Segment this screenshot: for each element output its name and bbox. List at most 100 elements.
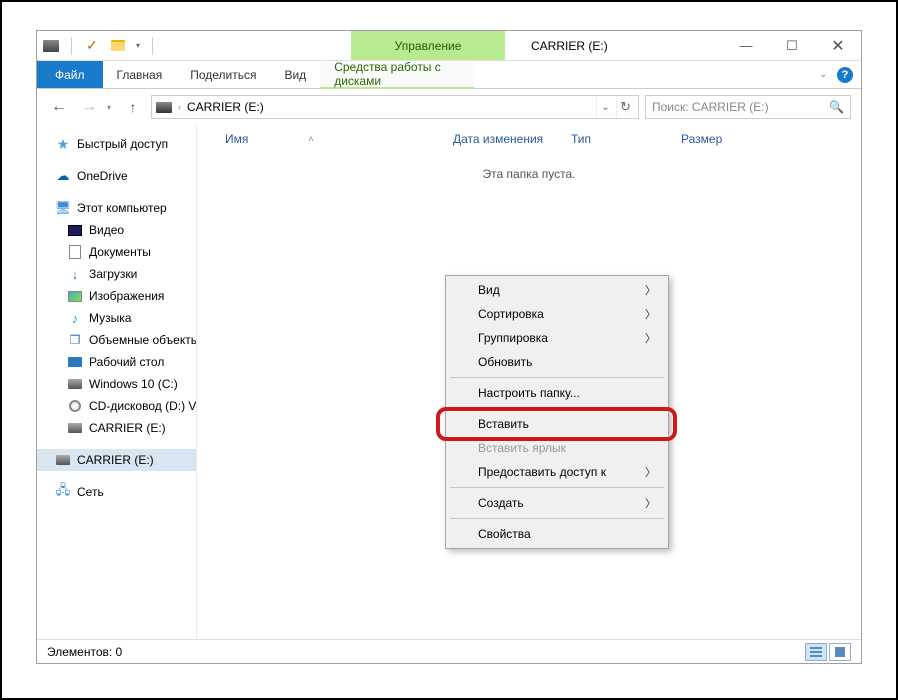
ctx-separator	[450, 408, 664, 409]
new-folder-qat-icon[interactable]	[110, 38, 126, 54]
ctx-properties[interactable]: Свойства	[448, 522, 666, 546]
ctx-label: Создать	[478, 496, 524, 510]
large-icons-view-button[interactable]	[829, 643, 851, 661]
submenu-arrow-icon: 〉	[645, 330, 656, 346]
navigation-pane: ★Быстрый доступ ☁ OneDrive 🖥 Этот компьюте…	[37, 125, 197, 639]
maximize-button[interactable]: ☐	[769, 31, 815, 60]
address-dropdown-icon[interactable]: ⌄	[596, 96, 614, 118]
sidebar-item-drive-c[interactable]: Windows 10 (C:)	[37, 373, 196, 395]
sidebar-onedrive[interactable]: ☁ OneDrive	[37, 165, 196, 187]
sidebar-item-carrier-e[interactable]: CARRIER (E:)	[37, 417, 196, 439]
forward-button[interactable]: →	[77, 95, 101, 119]
ctx-label: Сортировка	[478, 307, 544, 321]
ctx-refresh[interactable]: Обновить	[448, 350, 666, 374]
sidebar-this-pc[interactable]: 🖥 Этот компьютер	[37, 197, 196, 219]
ctx-label: Свойства	[478, 527, 531, 541]
ctx-label: Группировка	[478, 331, 548, 345]
chevron-right-icon[interactable]: ›	[178, 102, 181, 112]
drive-icon	[67, 376, 83, 392]
content-pane[interactable]: Имя˄ Дата изменения Тип Размер Эта папка…	[197, 125, 861, 639]
sidebar-quick-access[interactable]: ★Быстрый доступ	[37, 133, 196, 155]
ctx-label: Настроить папку...	[478, 386, 580, 400]
sidebar-item-label: Музыка	[89, 311, 131, 325]
minimize-button[interactable]: —	[723, 31, 769, 60]
ctx-group[interactable]: Группировка 〉	[448, 326, 666, 350]
refresh-icon[interactable]: ↻	[616, 96, 634, 118]
ctx-label: Предоставить доступ к	[478, 465, 606, 479]
sidebar-item-label: OneDrive	[77, 169, 128, 183]
document-icon	[67, 244, 83, 260]
sidebar-item-documents[interactable]: Документы	[37, 241, 196, 263]
help-icon[interactable]: ?	[837, 67, 853, 83]
sidebar-item-3d-objects[interactable]: ❒ Объемные объекты	[37, 329, 196, 351]
address-bar[interactable]: › CARRIER (E:) ⌄ ↻	[151, 95, 639, 119]
sidebar-item-pictures[interactable]: Изображения	[37, 285, 196, 307]
sidebar-item-label: Объемные объекты	[89, 333, 197, 347]
ribbon-tabs: Файл Главная Поделиться Вид Средства раб…	[37, 61, 861, 89]
ctx-customize-folder[interactable]: Настроить папку...	[448, 381, 666, 405]
sidebar-item-videos[interactable]: Видео	[37, 219, 196, 241]
qat-separator	[71, 37, 72, 55]
sidebar-item-desktop[interactable]: Рабочий стол	[37, 351, 196, 373]
share-tab[interactable]: Поделиться	[176, 61, 270, 88]
column-name[interactable]: Имя˄	[217, 132, 445, 146]
sidebar-item-label: CD-дисковод (D:) V	[89, 399, 196, 413]
explorer-body: ★Быстрый доступ ☁ OneDrive 🖥 Этот компьюте…	[37, 125, 861, 639]
ribbon-expand-icon[interactable]: ⌄	[819, 69, 827, 80]
ctx-label: Вид	[478, 283, 500, 297]
title-tab-area: Управление CARRIER (E:)	[161, 31, 723, 60]
cube-icon: ❒	[67, 332, 83, 348]
qat-separator	[152, 37, 153, 55]
view-tab[interactable]: Вид	[270, 61, 320, 88]
search-input[interactable]: Поиск: CARRIER (E:) 🔍	[645, 95, 851, 119]
ctx-label: Вставить ярлык	[478, 441, 566, 455]
sidebar-item-label: Этот компьютер	[77, 201, 167, 215]
drive-tools-tab[interactable]: Средства работы с дисками	[320, 61, 474, 89]
qat-dropdown-icon[interactable]: ▾	[136, 41, 140, 50]
navigation-bar: ← → ▾ ↑ › CARRIER (E:) ⌄ ↻ Поиск: CARRIE…	[37, 89, 861, 125]
file-tab[interactable]: Файл	[37, 61, 103, 88]
sidebar-item-downloads[interactable]: ↓Загрузки	[37, 263, 196, 285]
address-path[interactable]: CARRIER (E:)	[187, 100, 264, 114]
drive-icon	[43, 38, 59, 54]
column-date[interactable]: Дата изменения	[445, 132, 563, 146]
ctx-paste-shortcut: Вставить ярлык	[448, 436, 666, 460]
ctx-separator	[450, 518, 664, 519]
up-button[interactable]: ↑	[121, 95, 145, 119]
details-view-button[interactable]	[805, 643, 827, 661]
context-menu: Вид〉 Сортировка〉 Группировка〉 Обновить Н…	[445, 275, 669, 549]
drive-icon	[67, 420, 83, 436]
search-icon[interactable]: 🔍	[829, 100, 844, 114]
sidebar-item-cd-drive[interactable]: CD-дисковод (D:) V	[37, 395, 196, 417]
video-icon	[67, 222, 83, 238]
sidebar-item-music[interactable]: ♪ Музыка	[37, 307, 196, 329]
column-type[interactable]: Тип	[563, 132, 673, 146]
close-button[interactable]: ✕	[815, 31, 861, 60]
network-icon: 🖧	[55, 484, 71, 500]
ctx-give-access[interactable]: Предоставить доступ к 〉	[448, 460, 666, 484]
manage-contextual-tab[interactable]: Управление	[351, 31, 505, 60]
history-dropdown-icon[interactable]: ▾	[107, 103, 111, 112]
sidebar-network[interactable]: 🖧Сеть	[37, 481, 196, 503]
ctx-sort[interactable]: Сортировка〉	[448, 302, 666, 326]
submenu-arrow-icon: 〉	[645, 282, 656, 298]
music-icon: ♪	[67, 310, 83, 326]
pc-icon: 🖥	[55, 200, 71, 216]
sidebar-item-label: Документы	[89, 245, 151, 259]
column-headers: Имя˄ Дата изменения Тип Размер	[197, 125, 861, 153]
home-tab[interactable]: Главная	[103, 61, 177, 88]
star-icon: ★	[55, 136, 71, 152]
column-size[interactable]: Размер	[673, 132, 730, 146]
sidebar-item-label: Windows 10 (C:)	[89, 377, 178, 391]
back-button[interactable]: ←	[47, 95, 71, 119]
ctx-paste[interactable]: Вставить	[448, 412, 666, 436]
submenu-arrow-icon: 〉	[645, 464, 656, 480]
sidebar-item-carrier-e-root[interactable]: CARRIER (E:)	[37, 449, 196, 471]
ctx-view[interactable]: Вид 〉	[448, 278, 666, 302]
location-drive-icon	[156, 102, 172, 113]
cloud-icon: ☁	[55, 168, 71, 184]
sidebar-item-label: Рабочий стол	[89, 355, 164, 369]
ctx-create[interactable]: Создать〉	[448, 491, 666, 515]
properties-qat-icon[interactable]: ✓	[84, 38, 100, 54]
ctx-label: Обновить	[478, 355, 532, 369]
